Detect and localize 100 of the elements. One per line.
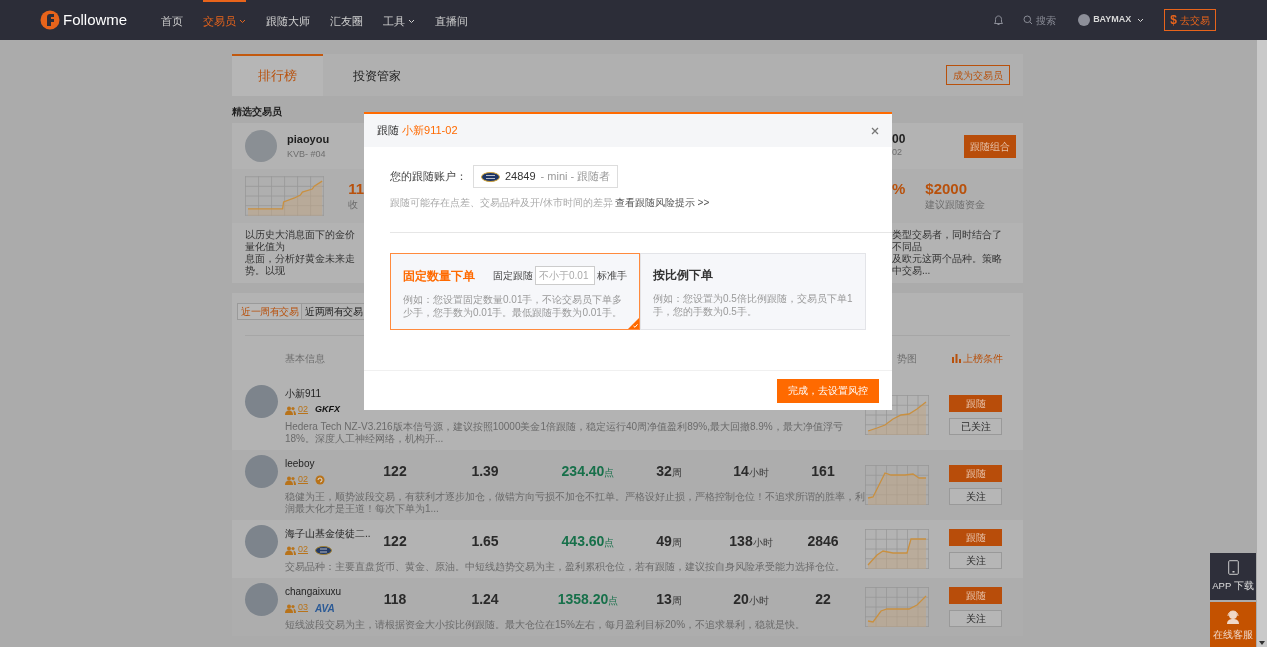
trading-weeks: 13 [656,590,672,609]
trader-name[interactable]: 海子山基金使徒二.. [285,526,375,542]
profit-points: 1358.20 [557,590,609,609]
equity-sparkline [865,529,929,569]
order-option-card[interactable]: 固定数量下单 固定跟随 不小于0.01 标准手 例如：您设置固定数量0.01手，不论交易员下单多少手，您手数为0.01手。最低跟随手数为0.01手。 [390,253,640,330]
headset-icon [1225,607,1241,624]
followers-icon [285,603,296,613]
stat-value: 00 [892,132,906,147]
trade-button[interactable]: $ 去交易 [1164,9,1216,31]
scrollbar[interactable] [1257,40,1267,647]
nav-item[interactable]: 直播间 [435,0,469,40]
user-menu[interactable]: BAYMAX [1078,13,1145,27]
trading-weeks: 49 [656,532,672,551]
holding-hours: 20 [733,590,749,609]
account-select[interactable]: 24849 - mini - 跟随者 [473,165,619,188]
logo-icon [40,9,60,31]
bar-chart-icon [952,353,961,363]
phone-icon [1227,559,1239,575]
watch-button[interactable]: 关注 [949,488,1002,505]
watch-button[interactable]: 关注 [949,552,1002,569]
broker-logo: GKFX [315,403,341,417]
order-option-card[interactable]: 按比例下单 例如：您设置为0.5倍比例跟随，交易员下单1手，您的手数为0.5手。 [640,253,866,330]
risk-hint: 跟随可能存在点差、交易品种及开/休市时间的差异 查看跟随风险提示 >> [390,196,711,210]
follower-total: 2846 [807,532,839,551]
broker-logo: AVA [315,601,335,616]
stat-label: 02 [892,146,903,160]
equity-sparkline [865,395,929,435]
avatar [245,455,278,488]
unit-label: 小时 [752,537,773,550]
profit-points: 234.40 [561,462,605,481]
trader-name[interactable]: changaixuxu [285,583,375,599]
risk-link[interactable]: 查看跟随风险提示 >> [614,197,710,208]
nav-item[interactable]: 交易员 [203,0,247,40]
logo[interactable]: Followme [40,8,128,32]
trader-name[interactable]: leeboy [285,456,375,472]
broker-logo-icon [481,171,500,182]
followers-icon [285,475,296,485]
scroll-down-arrow-icon[interactable] [1259,641,1265,645]
unit-label: 点 [608,595,619,608]
nav-item[interactable]: 首页 [161,0,184,40]
watch-button[interactable]: 关注 [949,610,1002,627]
profit-ratio: 1.65 [471,532,499,551]
stat-value: $2000 [925,180,969,197]
unit-label: 点 [604,467,615,480]
unit-label: 点 [604,537,615,550]
strategy-description: 息面，分析好黄金未来走势。以现 [245,253,356,277]
broker-logo-icon [315,475,325,485]
unit-label: 标准手 [597,269,627,283]
search-field[interactable]: 搜索 [1023,12,1057,28]
account-number: 24849 [505,169,536,185]
field-label: 固定跟随 [493,269,533,283]
unit-label: 周 [671,595,682,608]
tab[interactable]: 投资管家 [323,54,431,96]
trader-description: Hedera Tech NZ-V3.216版本信号源，建议按照10000美金1倍跟随，稳定运行40周净值盈利89%,最大回撤8.9%，最大净值浮亏18%。深度人工神经网络，机构开... [285,421,844,445]
app-download-button[interactable]: APP 下载 [1210,553,1256,600]
trade-count: 122 [383,462,407,481]
option-title: 按比例下单 [653,267,713,284]
followers-icon [285,405,296,415]
field-label: 您的跟随账户： [390,169,467,185]
broker-logo-icon [315,545,332,555]
holding-hours: 14 [733,462,749,481]
avatar [245,130,277,162]
avatar [1078,14,1091,26]
option-description: 例如：您设置为0.5倍比例跟随，交易员下单1手，您的手数为0.5手。 [653,292,853,318]
option-title: 固定数量下单 [403,267,475,285]
trade-count: 122 [383,532,407,551]
followers-icon [285,545,296,555]
strategy-description: 及欧元这两个品种。策略中交易... [892,253,1003,277]
nav-item[interactable]: 跟随大师 [266,0,311,40]
strategy-description: 类型交易者，同时结合了不同品 [892,229,1003,253]
profit-ratio: 1.39 [471,462,499,481]
option-description: 例如：您设置固定数量0.01手，不论交易员下单多少手，您手数为0.01手。最低跟随手数为0.01手。 [403,293,624,319]
lot-size-input[interactable]: 不小于0.01 [535,266,595,285]
equity-sparkline [865,465,929,505]
column-header: 势图 [897,351,917,366]
profit-points: 443.60 [561,532,605,551]
section-heading: 精选交易员 [232,105,283,119]
stat-value: 11 [348,180,364,197]
avatar [245,385,278,418]
stat-label: 收 [348,198,360,212]
trade-count: 118 [383,590,407,609]
trader-name[interactable]: piaoyou [287,131,330,148]
search-icon [1023,15,1034,25]
bell-icon[interactable] [994,14,1004,26]
unit-label: 小时 [748,467,769,480]
strategy-description: 以历史大消息面下的金价量化值为 [245,229,356,253]
dialog-title: 跟随 小新911-02 [377,123,458,139]
avatar [245,583,278,616]
nav-item[interactable]: 工具 [383,0,416,40]
unit-label: 周 [671,537,682,550]
customer-service-button[interactable]: 在线客服 [1210,602,1256,647]
follower-total: 161 [811,462,835,481]
broker-account: KVB- #04 [287,147,327,161]
stat-value: % [892,180,906,197]
check-corner-icon [628,318,639,329]
watch-button[interactable]: 已关注 [949,418,1002,435]
caret-icon [1137,17,1145,23]
nav-item[interactable]: 汇友圈 [330,0,364,40]
equity-sparkline [865,587,929,627]
close-icon[interactable] [871,126,879,135]
